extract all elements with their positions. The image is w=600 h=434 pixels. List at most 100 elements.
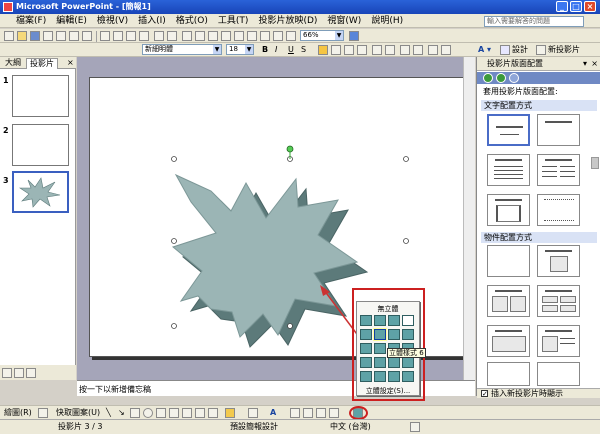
layout-four-content[interactable] — [537, 285, 580, 317]
decrease-indent-icon[interactable] — [428, 45, 438, 55]
format-painter-icon[interactable] — [139, 31, 149, 41]
3d-style-14[interactable] — [374, 357, 386, 368]
slideshow-icon[interactable] — [26, 368, 36, 378]
wordart-icon[interactable] — [169, 408, 179, 418]
slide-thumbnail-2[interactable] — [12, 124, 69, 166]
rectangle-icon[interactable] — [130, 408, 140, 418]
3d-style-5[interactable] — [360, 329, 372, 340]
layout-two-column-text[interactable] — [537, 154, 580, 186]
menu-tools[interactable]: 工具(T) — [213, 14, 254, 28]
menu-window[interactable]: 視窗(W) — [322, 14, 366, 28]
3d-style-10[interactable] — [374, 343, 386, 354]
color-grayscale-icon[interactable] — [286, 31, 296, 41]
diagram-icon[interactable] — [182, 408, 192, 418]
3d-style-8[interactable] — [402, 329, 414, 340]
font-size-select[interactable]: 18 ▼ — [226, 44, 254, 55]
decrease-font-icon[interactable] — [413, 45, 423, 55]
close-button[interactable]: × — [584, 1, 596, 12]
align-right-icon[interactable] — [344, 45, 354, 55]
permission-icon[interactable] — [43, 31, 53, 41]
slide-thumbnail-3[interactable] — [12, 171, 69, 213]
powerpoint-app-icon[interactable] — [3, 2, 13, 12]
grid-icon[interactable] — [273, 31, 283, 41]
copy-icon[interactable] — [113, 31, 123, 41]
task-pane-scroll-thumb[interactable] — [591, 157, 599, 169]
menu-help[interactable]: 說明(H) — [366, 14, 408, 28]
save-icon[interactable] — [30, 31, 40, 41]
3d-style-17[interactable] — [360, 371, 372, 382]
3d-style-9[interactable] — [360, 343, 372, 354]
align-center-icon[interactable] — [331, 45, 341, 55]
layout-title-text[interactable] — [487, 154, 530, 186]
3d-style-20[interactable] — [402, 371, 414, 382]
new-slide-icon[interactable] — [536, 45, 546, 55]
menu-file[interactable]: 檔案(F) — [0, 14, 51, 28]
minimize-button[interactable]: _ — [556, 1, 568, 12]
forward-icon[interactable] — [496, 73, 506, 83]
3d-style-1[interactable] — [360, 315, 372, 326]
tab-slides[interactable]: 投影片 — [26, 58, 58, 69]
layout-title-two-content[interactable] — [487, 325, 530, 357]
arrow-style-icon[interactable] — [316, 408, 326, 418]
print-icon[interactable] — [56, 31, 66, 41]
back-icon[interactable] — [483, 73, 493, 83]
3d-style-6[interactable] — [374, 329, 386, 340]
line-color-icon[interactable] — [248, 408, 258, 418]
help-search-input[interactable]: 輸入需要解答的問題 — [484, 16, 584, 27]
layout-title-slide[interactable] — [487, 114, 530, 146]
3d-style-4[interactable] — [402, 315, 414, 326]
tab-outline[interactable]: 大綱 — [2, 58, 24, 69]
menu-insert[interactable]: 插入(I) — [133, 14, 171, 28]
3d-style-19[interactable] — [388, 371, 400, 382]
underline-button[interactable]: U — [288, 44, 294, 55]
layout-two-content[interactable] — [487, 285, 530, 317]
layout-title-only[interactable] — [537, 114, 580, 146]
dash-style-icon[interactable] — [303, 408, 313, 418]
close-pane-icon[interactable]: × — [64, 58, 77, 69]
insert-diagram-icon[interactable] — [234, 31, 244, 41]
expand-icon[interactable] — [247, 31, 257, 41]
zoom-select[interactable]: 66% ▼ — [300, 30, 344, 41]
textbox-icon[interactable] — [156, 408, 166, 418]
design-icon[interactable] — [500, 45, 510, 55]
help-icon[interactable] — [349, 31, 359, 41]
menu-edit[interactable]: 編輯(E) — [51, 14, 92, 28]
clipart-icon[interactable] — [195, 408, 205, 418]
home-icon[interactable] — [509, 73, 519, 83]
no-3d-option[interactable]: 無立體 — [357, 304, 419, 314]
3d-style-16[interactable] — [402, 357, 414, 368]
fill-color-icon[interactable] — [225, 408, 235, 418]
3d-style-3[interactable] — [388, 315, 400, 326]
autoshapes-menu[interactable]: 快取圖案(U) — [56, 407, 100, 418]
numbering-icon[interactable] — [372, 45, 382, 55]
layout-vertical-title-text[interactable] — [537, 194, 580, 226]
tables-borders-icon[interactable] — [208, 31, 218, 41]
menu-view[interactable]: 檢視(V) — [92, 14, 133, 28]
3d-style-15[interactable] — [388, 357, 400, 368]
layout-title-content[interactable] — [537, 245, 580, 277]
new-slide-button[interactable]: 新投影片 — [548, 44, 580, 55]
menu-slideshow[interactable]: 投影片放映(D) — [253, 14, 322, 28]
picture-icon[interactable] — [208, 408, 218, 418]
chevron-down-icon[interactable]: ▾ — [583, 57, 587, 71]
open-icon[interactable] — [17, 31, 27, 41]
close-icon[interactable]: × — [591, 57, 598, 71]
3d-style-7[interactable] — [388, 329, 400, 340]
preview-icon[interactable] — [69, 31, 79, 41]
insert-table-icon[interactable] — [195, 31, 205, 41]
bullets-icon[interactable] — [385, 45, 395, 55]
shadow-style-icon[interactable] — [329, 408, 339, 418]
layout-more-2[interactable] — [537, 362, 580, 386]
font-color-draw-icon[interactable]: A — [270, 407, 276, 418]
3d-style-13[interactable] — [360, 357, 372, 368]
insert-chart-icon[interactable] — [182, 31, 192, 41]
bold-button[interactable]: B — [262, 44, 268, 55]
layout-vertical-text[interactable] — [487, 194, 530, 226]
3d-style-18[interactable] — [374, 371, 386, 382]
show-on-insert-checkbox[interactable]: ✓ — [481, 390, 488, 398]
increase-font-icon[interactable] — [400, 45, 410, 55]
insert-wordart-icon[interactable] — [221, 31, 231, 41]
shadow-button[interactable]: S — [301, 44, 306, 55]
spelling-icon[interactable] — [82, 31, 92, 41]
3d-style-2[interactable] — [374, 315, 386, 326]
